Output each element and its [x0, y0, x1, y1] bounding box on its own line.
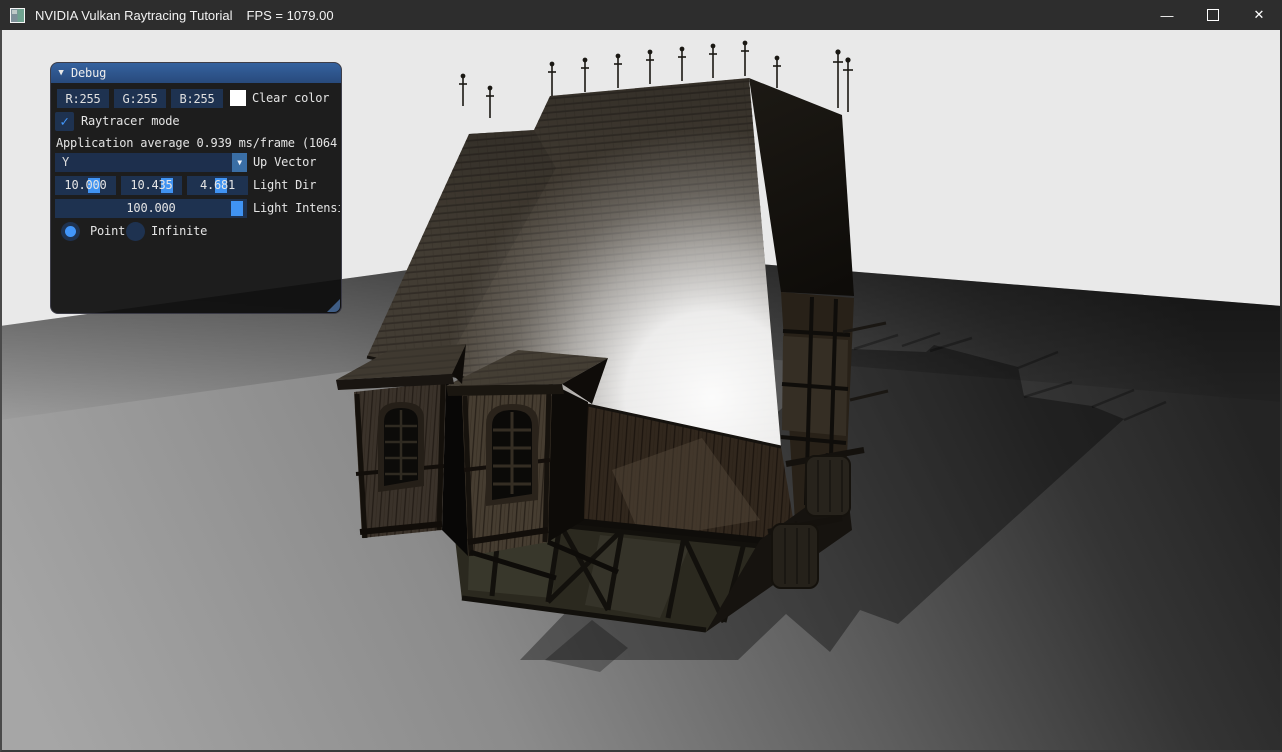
maximize-icon: [1207, 9, 1219, 21]
resize-grip[interactable]: [327, 299, 340, 312]
debug-panel[interactable]: ▼ Debug R:255 G:255 B:255 Clear color ✓ …: [50, 62, 342, 314]
raytracer-mode-checkbox[interactable]: ✓: [55, 112, 74, 131]
up-vector-value: Y: [62, 153, 69, 172]
frame-stats-text: Application average 0.939 ms/frame (1064: [56, 136, 337, 151]
light-dir-z[interactable]: 4.681: [187, 176, 248, 195]
minimize-button[interactable]: —: [1144, 0, 1190, 30]
clear-color-swatch[interactable]: [230, 90, 246, 106]
window-titlebar[interactable]: NVIDIA Vulkan Raytracing Tutorial FPS = …: [0, 0, 1282, 30]
light-dir-z-value: 4.681: [187, 176, 248, 195]
clear-color-label: Clear color: [252, 89, 329, 108]
color-field-b[interactable]: B:255: [171, 89, 223, 108]
collapse-arrow-icon[interactable]: ▼: [51, 68, 71, 78]
up-vector-combo[interactable]: Y ▼: [55, 153, 247, 172]
light-intensity-slider[interactable]: 100.000: [55, 199, 247, 218]
light-dir-y[interactable]: 10.435: [121, 176, 182, 195]
light-dir-label: Light Dir: [253, 176, 316, 195]
combo-arrow-icon[interactable]: ▼: [232, 153, 247, 172]
color-field-g[interactable]: G:255: [114, 89, 166, 108]
light-dir-row: 10.000 10.435 4.681 Light Dir: [51, 176, 340, 195]
debug-panel-header[interactable]: ▼ Debug: [51, 63, 341, 83]
up-vector-row: Y ▼ Up Vector: [51, 153, 340, 172]
raytracer-mode-row: ✓ Raytracer mode: [51, 112, 340, 131]
checkmark-icon: ✓: [60, 114, 68, 130]
light-type-row: Point Infinite: [51, 222, 340, 241]
window-title: NVIDIA Vulkan Raytracing Tutorial: [35, 8, 233, 23]
light-intensity-label: Light Intensi: [253, 199, 340, 218]
radio-infinite[interactable]: [126, 222, 145, 241]
color-field-r[interactable]: R:255: [57, 89, 109, 108]
stats-row: Application average 0.939 ms/frame (1064: [51, 136, 340, 151]
light-dir-x-value: 10.000: [55, 176, 116, 195]
maximize-button[interactable]: [1190, 0, 1236, 30]
debug-panel-title: Debug: [71, 66, 106, 80]
close-button[interactable]: ✕: [1236, 0, 1282, 30]
light-dir-x[interactable]: 10.000: [55, 176, 116, 195]
radio-infinite-label: Infinite: [151, 222, 207, 241]
light-dir-y-value: 10.435: [121, 176, 182, 195]
app-icon: [10, 8, 25, 23]
fps-counter: FPS = 1079.00: [247, 8, 334, 23]
raytracer-mode-label: Raytracer mode: [81, 112, 179, 131]
minimize-icon: —: [1161, 8, 1174, 23]
close-icon: ✕: [1254, 7, 1265, 23]
up-vector-label: Up Vector: [253, 153, 316, 172]
light-intensity-row: 100.000 Light Intensi: [51, 199, 340, 218]
radio-point-label: Point: [90, 222, 125, 241]
render-viewport[interactable]: ▼ Debug R:255 G:255 B:255 Clear color ✓ …: [0, 30, 1282, 752]
radio-point[interactable]: [61, 222, 80, 241]
clear-color-row: R:255 G:255 B:255 Clear color: [51, 89, 340, 108]
light-intensity-value: 100.000: [55, 199, 247, 218]
